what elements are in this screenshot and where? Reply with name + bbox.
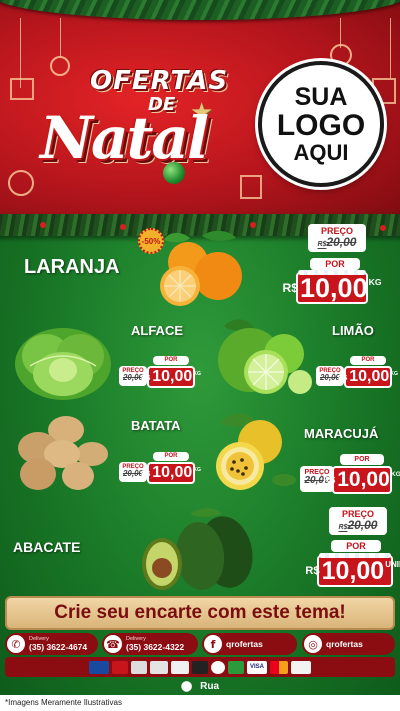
contact-facebook[interactable]: f qrofertas (202, 633, 297, 655)
passion-fruit-image (216, 413, 296, 490)
garland-decoration (0, 0, 400, 20)
card-icon (291, 660, 311, 674)
contact-phone[interactable]: ☎ Delivery (35) 3622-4322 (102, 633, 198, 655)
card-icon (228, 660, 244, 674)
ornament-string (390, 18, 391, 78)
phone-icon: ☎ (104, 635, 122, 653)
old-price: R$20,00 (317, 235, 357, 249)
new-price: R$ 10,00 KG (323, 466, 400, 494)
orange-image (160, 230, 242, 306)
berry-icon (120, 224, 126, 230)
por-label: POR (153, 452, 189, 461)
contact-whatsapp[interactable]: ✆ Delivery (35) 3622-4674 (5, 633, 98, 655)
payment-methods: VISA (5, 657, 395, 677)
visa-card-icon: VISA (247, 660, 267, 674)
berry-icon (40, 222, 46, 228)
cta-banner[interactable]: Crie seu encarte com este tema! (5, 596, 395, 630)
phone-number: (35) 3622-4322 (126, 641, 185, 652)
ornament-string (60, 18, 61, 58)
price-tag-batata: PREÇO 20,00 POR R$ 10,00 KG (119, 448, 201, 484)
berry-icon (250, 222, 256, 228)
mastercard-icon (270, 660, 288, 674)
avocado-image (142, 508, 253, 590)
price-tag-alface: PREÇO 20,00 POR R$ 10,00 KG (119, 352, 201, 388)
card-icon (192, 660, 208, 674)
logo-placeholder: SUA LOGO AQUI (258, 61, 384, 187)
por-label: POR (153, 356, 189, 365)
product-name-limao: LIMÃO (332, 323, 374, 338)
old-price: R$20,00 (338, 518, 378, 532)
product-name-batata: BATATA (131, 418, 181, 433)
berry-icon (380, 225, 386, 231)
header: OFERTAS DE ★ Natal SUA LOGO AQUI (0, 0, 400, 222)
product-name-laranja: LARANJA (24, 256, 120, 278)
card-icon (131, 660, 147, 674)
product-name-alface: ALFACE (131, 323, 183, 338)
lime-image (218, 319, 312, 394)
new-price: R$ 10,00 KG (282, 270, 382, 304)
facebook-handle: qrofertas (226, 638, 263, 649)
address-text: Rua (200, 681, 220, 692)
new-price: R$ 10,00 KG (141, 462, 201, 484)
por-label: POR (310, 258, 360, 270)
flyer: OFERTAS DE ★ Natal SUA LOGO AQUI -50% LA… (0, 0, 400, 711)
contact-instagram[interactable]: ◎ qrofertas (302, 633, 395, 655)
card-icon (171, 660, 189, 674)
card-icon (211, 660, 225, 674)
footnote: *Imagens Meramente Ilustrativas (0, 695, 400, 711)
address: ⬤ Rua (0, 678, 400, 695)
price-tag-maracuja: PREÇO 20,00 POR R$ 10,00 KG (300, 452, 400, 494)
gift-icon (240, 175, 262, 199)
whatsapp-number: (35) 3622-4674 (29, 641, 88, 652)
por-label: POR (340, 454, 384, 465)
new-price: R$10,00UNID (305, 553, 400, 587)
card-icon (89, 660, 109, 674)
product-name-maracuja: MARACUJÁ (304, 426, 379, 441)
price-tag-limao: PREÇO 20,00 POR R$ 10,00 KG (316, 352, 398, 388)
por-label: POR (331, 540, 381, 552)
christmas-ball-icon (163, 162, 185, 184)
logo-text-line2: LOGO (276, 108, 366, 142)
instagram-handle: qrofertas (326, 638, 363, 649)
card-icon (112, 660, 128, 674)
price-tag-abacate: PREÇO R$20,00 POR R$10,00UNID (305, 507, 400, 587)
title-natal: Natal (40, 104, 209, 172)
title-ofertas: OFERTAS (90, 66, 229, 96)
title-logo: OFERTAS DE ★ Natal (30, 60, 240, 188)
whatsapp-icon: ✆ (7, 635, 25, 653)
logo-text-line1: SUA (294, 82, 348, 111)
instagram-icon: ◎ (304, 635, 322, 653)
new-price: R$ 10,00 KG (141, 366, 201, 388)
product-name-abacate: ABACATE (13, 539, 81, 555)
lettuce-image (15, 328, 111, 400)
logo-text-line3: AQUI (293, 140, 349, 166)
card-icon (150, 660, 168, 674)
potato-image (18, 416, 108, 490)
new-price: R$ 10,00 KG (338, 366, 398, 388)
por-label: POR (350, 356, 386, 365)
location-pin-icon: ⬤ (180, 681, 193, 692)
ornament-string (20, 18, 21, 88)
facebook-icon: f (204, 635, 222, 653)
price-tag-laranja: PREÇO R$20,00 POR R$ 10,00 KG (282, 224, 382, 304)
